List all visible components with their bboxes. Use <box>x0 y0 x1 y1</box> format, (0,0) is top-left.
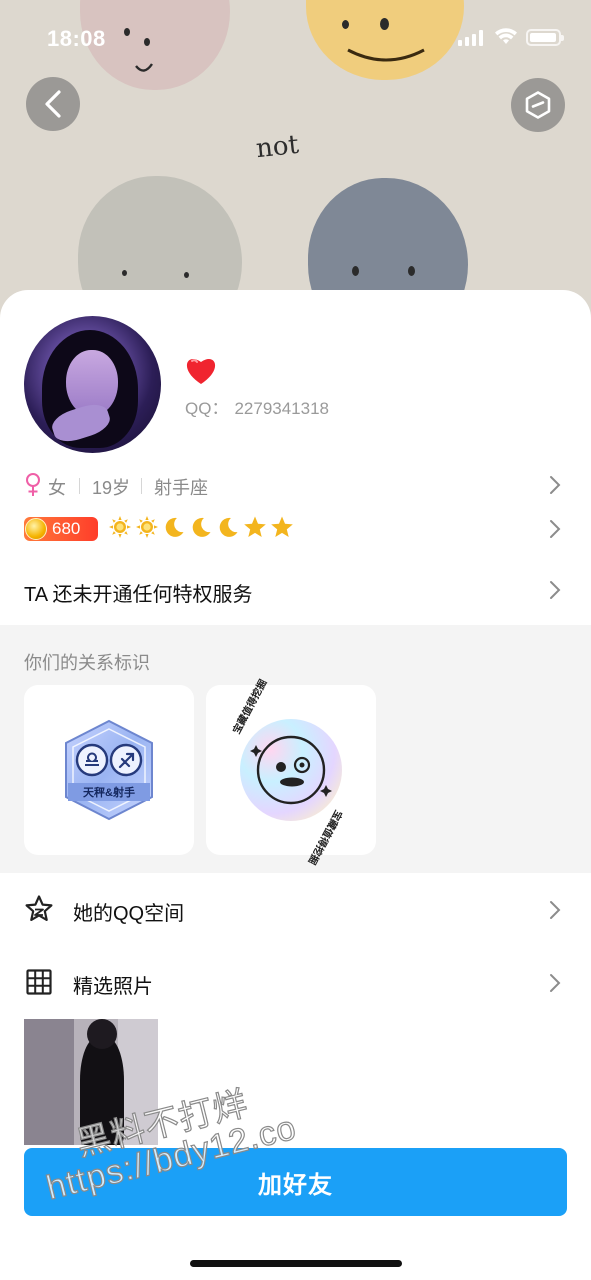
chevron-right-icon <box>550 520 561 538</box>
grid-icon <box>26 969 52 995</box>
add-friend-button[interactable]: 加好友 <box>24 1148 567 1216</box>
chevron-right-icon <box>550 901 561 919</box>
coin-badge: 680 <box>24 517 98 541</box>
basic-info-row[interactable]: 女 19岁 射手座 <box>0 470 591 500</box>
battery-icon <box>526 29 564 46</box>
treasure-badge-icon <box>240 719 342 821</box>
qzone-label: 她的QQ空间 <box>73 903 185 925</box>
star-icon <box>271 516 293 537</box>
chevron-right-icon <box>550 974 561 992</box>
photo-thumbnail[interactable] <box>24 1019 158 1145</box>
level-icons <box>108 515 294 539</box>
moon-icon <box>165 517 184 537</box>
female-icon <box>26 473 40 496</box>
cover-face-eye <box>352 266 359 276</box>
hexagon-icon <box>525 91 551 119</box>
badge-zodiac-label: 天秤&射手 <box>83 787 135 799</box>
privilege-text: TA 还未开通任何特权服务 <box>24 584 253 606</box>
divider <box>141 478 142 494</box>
chevron-left-icon <box>45 90 61 118</box>
qzone-row[interactable]: 她的QQ空间 <box>0 887 591 933</box>
privilege-row[interactable]: TA 还未开通任何特权服务 <box>0 572 591 608</box>
relationship-title: 你们的关系标识 <box>24 653 150 673</box>
level-row[interactable]: 680 <box>0 514 591 544</box>
signal-icon <box>458 30 484 46</box>
cover-word: not <box>254 129 301 165</box>
avatar[interactable] <box>24 316 161 453</box>
photos-row[interactable]: 精选照片 <box>0 960 591 1006</box>
gender-text: 女 <box>48 478 66 498</box>
star-outline-icon <box>25 895 53 921</box>
back-button[interactable] <box>26 77 80 131</box>
qq-number: QQ： 2279341318 <box>185 394 329 419</box>
coin-level: 680 <box>52 519 81 538</box>
zodiac-text: 射手座 <box>154 478 208 498</box>
sun-icon <box>109 516 131 538</box>
cover-face-eye <box>122 270 127 276</box>
heart-icon <box>186 359 216 384</box>
profile-card: QQ： 2279341318 女 19岁 射手座 680 TA 还未开通任何特权… <box>0 290 591 1280</box>
wifi-icon <box>495 28 517 44</box>
moon-icon <box>219 517 238 537</box>
qq-value: 2279341318 <box>234 399 329 418</box>
chevron-right-icon <box>550 581 561 599</box>
qq-label: QQ： <box>185 399 229 418</box>
relationship-section: 你们的关系标识 天秤&射手 宝藏值得挖掘 宝藏值得挖掘 <box>0 625 591 873</box>
relationship-badge-zodiac[interactable]: 天秤&射手 <box>24 685 194 855</box>
more-button[interactable] <box>511 78 565 132</box>
divider <box>79 478 80 494</box>
cover-face-eye <box>408 266 415 276</box>
zodiac-badge-icon <box>65 719 153 821</box>
cover-face-eye <box>184 272 189 278</box>
chevron-right-icon <box>550 476 561 494</box>
age-text: 19岁 <box>92 478 131 498</box>
status-bar: 18:08 <box>0 0 591 76</box>
moon-icon <box>192 517 211 537</box>
photos-label: 精选照片 <box>73 976 153 998</box>
relationship-badge-treasure[interactable]: 宝藏值得挖掘 宝藏值得挖掘 <box>206 678 376 866</box>
sun-icon <box>136 516 158 538</box>
star-icon <box>244 516 266 537</box>
status-time: 18:08 <box>47 26 106 51</box>
home-indicator[interactable] <box>190 1260 402 1267</box>
coin-icon <box>25 518 47 540</box>
